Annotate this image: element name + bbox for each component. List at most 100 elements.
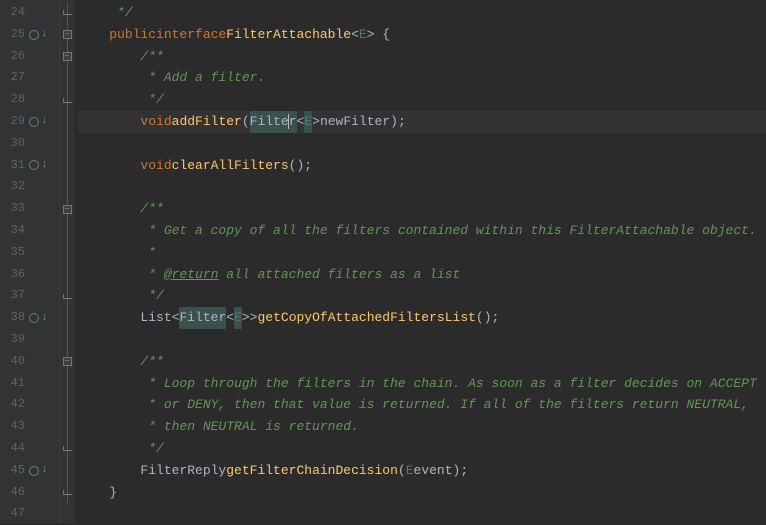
code-line-25[interactable]: public interface FilterAttachable<E> { — [78, 24, 766, 46]
code-line-42[interactable]: * or DENY, then that value is returned. … — [78, 394, 766, 416]
gutter-line-25[interactable]: 25↓ — [0, 24, 59, 46]
implements-gutter-icon[interactable] — [29, 30, 39, 40]
gutter-line-46[interactable]: 46 — [0, 482, 59, 504]
code-line-34[interactable]: * Get a copy of all the filters containe… — [78, 220, 766, 242]
fold-cell[interactable] — [60, 416, 74, 438]
fold-toggle-icon[interactable]: − — [63, 205, 72, 214]
code-line-38[interactable]: List<Filter<E>> getCopyOfAttachedFilters… — [78, 307, 766, 329]
line-number: 36 — [3, 264, 25, 286]
fold-cell[interactable] — [60, 67, 74, 89]
fold-toggle-icon[interactable]: − — [63, 30, 72, 39]
line-number: 27 — [3, 67, 25, 89]
line-number-gutter[interactable]: 2425↓26272829↓3031 ↓ 32333435363738↓394041… — [0, 0, 60, 523]
fold-cell[interactable] — [60, 155, 74, 177]
gutter-line-41[interactable]: 41 — [0, 373, 59, 395]
gutter-line-28[interactable]: 28 — [0, 89, 59, 111]
fold-cell[interactable]: − — [60, 24, 74, 46]
down-arrow-icon[interactable]: ↓ — [41, 29, 48, 40]
gutter-line-39[interactable]: 39 — [0, 329, 59, 351]
fold-cell[interactable] — [60, 220, 74, 242]
code-line-41[interactable]: * Loop through the filters in the chain.… — [78, 373, 766, 395]
fold-cell[interactable] — [60, 264, 74, 286]
gutter-line-30[interactable]: 30 — [0, 133, 59, 155]
code-line-36[interactable]: * @return all attached filters as a list — [78, 264, 766, 286]
gutter-line-36[interactable]: 36 — [0, 264, 59, 286]
code-line-28[interactable]: */ — [78, 89, 766, 111]
code-line-29[interactable]: void addFilter(Filter<E> newFilter); — [78, 111, 766, 133]
code-line-40[interactable]: /** — [78, 351, 766, 373]
code-line-39[interactable] — [78, 329, 766, 351]
fold-cell[interactable] — [60, 373, 74, 395]
code-line-35[interactable]: * — [78, 242, 766, 264]
down-arrow-icon[interactable]: ↓ — [41, 160, 48, 171]
code-line-24[interactable]: */ — [78, 2, 766, 24]
fold-cell[interactable] — [60, 503, 74, 525]
down-arrow-icon[interactable]: ↓ — [41, 313, 48, 324]
fold-cell[interactable] — [60, 111, 74, 133]
gutter-line-31[interactable]: 31 ↓ — [0, 155, 59, 177]
code-line-43[interactable]: * then NEUTRAL is returned. — [78, 416, 766, 438]
implements-gutter-icon[interactable] — [29, 117, 39, 127]
fold-cell[interactable] — [60, 133, 74, 155]
code-line-26[interactable]: /** — [78, 46, 766, 68]
line-number: 24 — [3, 2, 25, 24]
line-number: 37 — [3, 285, 25, 307]
gutter-line-37[interactable]: 37 — [0, 285, 59, 307]
fold-cell[interactable] — [60, 2, 74, 24]
line-number: 30 — [3, 133, 25, 155]
fold-cell[interactable] — [60, 89, 74, 111]
fold-cell[interactable] — [60, 394, 74, 416]
gutter-line-32[interactable]: 32 — [0, 176, 59, 198]
code-line-30[interactable] — [78, 133, 766, 155]
fold-cell[interactable] — [60, 438, 74, 460]
code-line-27[interactable]: * Add a filter. — [78, 67, 766, 89]
line-number: 26 — [3, 46, 25, 68]
gutter-line-42[interactable]: 42 — [0, 394, 59, 416]
down-arrow-icon[interactable]: ↓ — [41, 465, 48, 476]
gutter-line-43[interactable]: 43 — [0, 416, 59, 438]
code-line-44[interactable]: */ — [78, 438, 766, 460]
implements-gutter-icon[interactable] — [29, 466, 39, 476]
down-arrow-icon[interactable]: ↓ — [41, 116, 48, 127]
gutter-line-33[interactable]: 33 — [0, 198, 59, 220]
code-line-31[interactable]: void clearAllFilters(); — [78, 155, 766, 177]
line-number: 33 — [3, 198, 25, 220]
implements-gutter-icon[interactable] — [29, 160, 39, 170]
fold-cell[interactable] — [60, 242, 74, 264]
gutter-line-29[interactable]: 29↓ — [0, 111, 59, 133]
gutter-line-40[interactable]: 40 — [0, 351, 59, 373]
fold-cell[interactable] — [60, 482, 74, 504]
code-line-32[interactable] — [78, 176, 766, 198]
fold-cell[interactable] — [60, 285, 74, 307]
fold-cell[interactable]: − — [60, 351, 74, 373]
code-line-47[interactable] — [78, 503, 766, 525]
fold-cell[interactable]: − — [60, 198, 74, 220]
code-line-45[interactable]: FilterReply getFilterChainDecision(E eve… — [78, 460, 766, 482]
fold-column[interactable]: − − − − — [60, 0, 74, 523]
line-number: 32 — [3, 176, 25, 198]
gutter-line-45[interactable]: 45↓ — [0, 460, 59, 482]
gutter-line-44[interactable]: 44 — [0, 438, 59, 460]
fold-toggle-icon[interactable]: − — [63, 357, 72, 366]
gutter-line-47[interactable]: 47 — [0, 503, 59, 525]
implements-gutter-icon[interactable] — [29, 313, 39, 323]
code-line-37[interactable]: */ — [78, 285, 766, 307]
gutter-line-27[interactable]: 27 — [0, 67, 59, 89]
gutter-line-24[interactable]: 24 — [0, 2, 59, 24]
gutter-line-34[interactable]: 34 — [0, 220, 59, 242]
fold-toggle-icon[interactable]: − — [63, 52, 72, 61]
gutter-line-26[interactable]: 26 — [0, 46, 59, 68]
code-area[interactable]: */ public interface FilterAttachable<E> … — [74, 0, 766, 523]
fold-cell[interactable] — [60, 460, 74, 482]
fold-cell[interactable]: − — [60, 46, 74, 68]
fold-end-icon — [63, 294, 72, 299]
code-line-46[interactable]: } — [78, 482, 766, 504]
fold-cell[interactable] — [60, 176, 74, 198]
gutter-line-38[interactable]: 38↓ — [0, 307, 59, 329]
fold-cell[interactable] — [60, 329, 74, 351]
gutter-line-35[interactable]: 35 — [0, 242, 59, 264]
code-line-33[interactable]: /** — [78, 198, 766, 220]
line-number: 31 — [3, 155, 25, 177]
fold-cell[interactable] — [60, 307, 74, 329]
line-number: 43 — [3, 416, 25, 438]
